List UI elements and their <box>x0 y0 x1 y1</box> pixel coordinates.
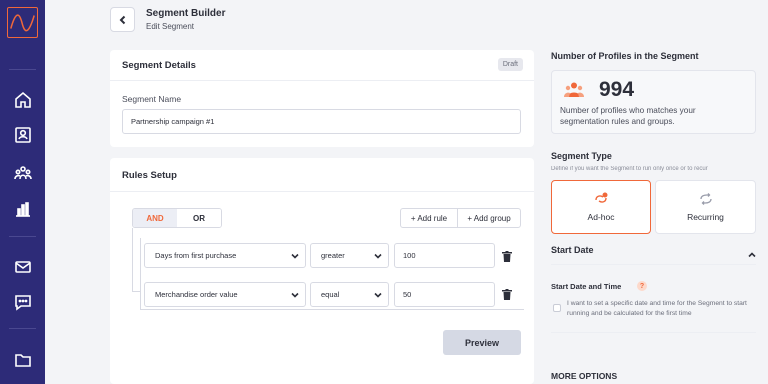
page-subtitle: Edit Segment <box>146 22 195 31</box>
rule-field-value: Days from first purchase <box>155 251 237 260</box>
section-divider <box>551 332 756 333</box>
rule-tree-line <box>140 238 141 310</box>
rule-value-input[interactable]: 100 <box>394 243 495 268</box>
rule-value-text: 50 <box>403 290 412 299</box>
help-icon[interactable]: ? <box>637 281 647 291</box>
chevron-down-icon <box>291 253 299 259</box>
segment-details-title: Segment Details <box>122 60 196 71</box>
recurring-icon <box>699 193 712 205</box>
rule-field-select[interactable]: Merchandise order value <box>144 282 306 307</box>
segment-type-recurring-label: Recurring <box>687 212 724 222</box>
chevron-down-icon <box>291 292 299 298</box>
segment-type-recurring[interactable]: Recurring <box>655 180 756 234</box>
add-group-button[interactable]: + Add group <box>457 208 521 228</box>
segment-details-card: Segment Details Draft Segment Name Partn… <box>110 50 534 147</box>
status-badge: Draft <box>497 58 523 71</box>
folder-icon[interactable] <box>12 349 33 370</box>
sidebar-divider <box>9 69 36 70</box>
rule-field-value: Merchandise order value <box>155 290 238 299</box>
chevron-down-icon <box>374 253 382 259</box>
profiles-description: Number of profiles who matches your segm… <box>560 106 696 126</box>
adhoc-icon <box>595 192 608 203</box>
rule-operator-value: equal <box>321 290 340 299</box>
audience-icon <box>564 81 584 97</box>
trash-icon[interactable] <box>502 249 512 262</box>
or-toggle[interactable]: OR <box>177 209 221 227</box>
trash-icon[interactable] <box>502 287 512 300</box>
start-date-title: Start Date <box>551 245 594 255</box>
start-date-checkbox-label: I want to set a specific date and time f… <box>567 300 747 317</box>
segment-type-description: Define if you want the Segment to run on… <box>551 166 708 172</box>
start-date-checkbox[interactable] <box>553 304 561 312</box>
back-button[interactable] <box>110 7 135 32</box>
segment-type-adhoc-label: Ad-hoc <box>587 212 615 222</box>
preview-button[interactable]: Preview <box>443 330 521 355</box>
rule-operator-value: greater <box>321 251 345 260</box>
chevron-left-icon <box>119 15 125 24</box>
profiles-stats-card: 994 Number of profiles who matches your … <box>551 70 756 134</box>
start-date-time-label: Start Date and Time <box>551 282 622 291</box>
segment-type-adhoc[interactable]: Ad-hoc <box>551 180 651 234</box>
more-options-toggle[interactable]: MORE OPTIONS <box>551 371 617 381</box>
mail-icon[interactable] <box>12 256 33 277</box>
home-icon[interactable] <box>12 89 33 110</box>
rule-tree-line <box>132 291 141 292</box>
rule-field-select[interactable]: Days from first purchase <box>144 243 306 268</box>
rule-value-input[interactable]: 50 <box>394 282 495 307</box>
logo-icon[interactable] <box>7 7 38 38</box>
logic-toggle: AND OR <box>132 208 222 228</box>
card-divider <box>110 191 534 192</box>
card-divider <box>110 80 534 81</box>
chat-icon[interactable] <box>12 291 33 312</box>
rule-value-text: 100 <box>403 251 416 260</box>
rule-operator-select[interactable]: greater <box>310 243 389 268</box>
sidebar <box>0 0 45 384</box>
and-toggle[interactable]: AND <box>133 209 177 227</box>
chevron-up-icon[interactable] <box>748 246 756 258</box>
rule-tree-line <box>132 228 133 292</box>
audience-icon[interactable] <box>12 162 33 183</box>
profiles-title: Number of Profiles in the Segment <box>551 51 699 61</box>
sidebar-divider <box>9 236 36 237</box>
add-rule-button[interactable]: + Add rule <box>400 208 458 228</box>
sidebar-divider <box>9 328 36 329</box>
profiles-count: 994 <box>599 78 635 101</box>
chevron-down-icon <box>374 292 382 298</box>
analytics-icon[interactable] <box>12 198 33 219</box>
segment-type-title: Segment Type <box>551 151 612 161</box>
segment-name-label: Segment Name <box>122 94 182 104</box>
profile-icon[interactable] <box>12 124 33 145</box>
section-divider <box>551 264 756 265</box>
segment-name-input[interactable]: Partnership campaign #1 <box>122 109 521 134</box>
rule-operator-select[interactable]: equal <box>310 282 389 307</box>
rules-setup-title: Rules Setup <box>122 170 177 181</box>
rule-tree-line <box>140 309 524 310</box>
page-title: Segment Builder <box>146 8 226 19</box>
